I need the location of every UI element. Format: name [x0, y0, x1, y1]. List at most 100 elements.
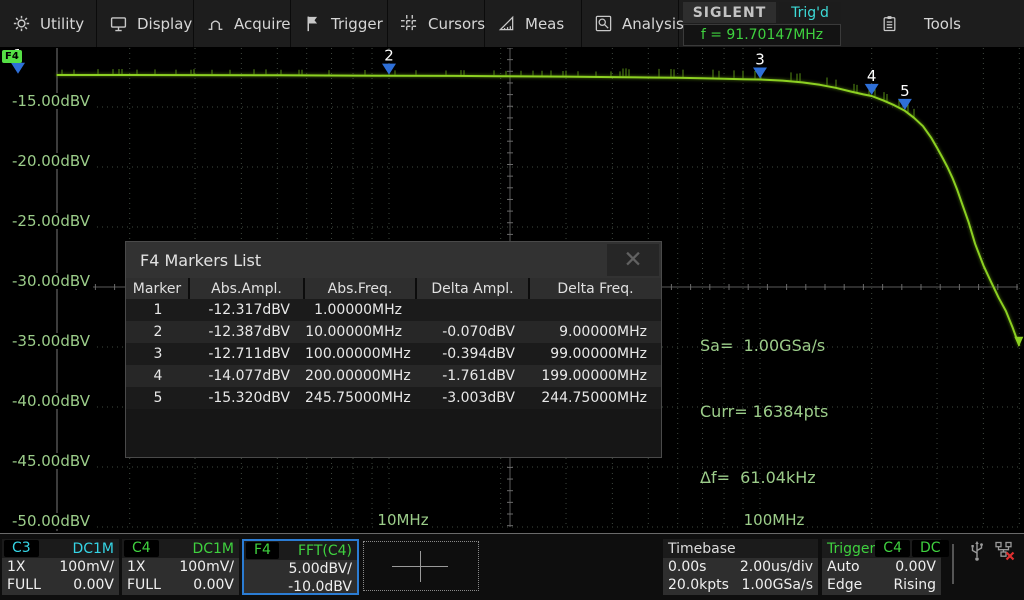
bandwidth: FULL [7, 577, 41, 593]
channel-id: C3 [4, 540, 39, 557]
menubar: Utility Display Acquire Trigger Cursors … [0, 0, 1024, 48]
coupling: DC1M [192, 540, 234, 557]
y-tick-label: -50.00dBV [12, 513, 93, 529]
y-tick-label: -45.00dBV [12, 453, 93, 469]
y-tick-label: -40.00dBV [12, 393, 93, 409]
sample-rate-readout: Sa= 1.00GSa/s [700, 336, 826, 355]
column-header: Marker [126, 278, 189, 299]
channel-c4-box[interactable]: C4 DC1M 1X 100mV/ FULL 0.00V [122, 539, 239, 595]
math-scale: 5.00dBV/ [288, 561, 352, 577]
math-f4-box[interactable]: F4 FFT(C4) 5.00dBV/ -10.0dBV [242, 539, 359, 595]
table-cell: -12.387dBV [208, 324, 290, 340]
menu-label: Trigger [331, 14, 383, 33]
dialog-title: F4 Markers List [140, 250, 262, 270]
magnifier-icon [595, 15, 612, 32]
timebase-title: Timebase [668, 540, 736, 557]
menu-tools[interactable]: Tools [841, 0, 1024, 47]
marker-flag [11, 62, 25, 74]
marker-number: 5 [900, 82, 910, 100]
trigger-type: Edge [827, 577, 863, 593]
statusbar-divider [952, 544, 954, 584]
column-header: Delta Ampl. [415, 278, 529, 299]
acquired-points: 20.0kpts [668, 577, 729, 593]
menu-acquire[interactable]: Acquire [194, 0, 291, 47]
menu-meas[interactable]: Meas [485, 0, 582, 47]
close-button[interactable]: ✕ [607, 244, 659, 276]
marker-table-row[interactable]: 4 -14.077dBV 200.00000MHz -1.761dBV 199.0000… [126, 365, 661, 387]
marker-table-row[interactable]: 1 -12.317dBV 1.00000MHz [126, 299, 661, 321]
gear-icon [13, 15, 30, 32]
channel-c3-box[interactable]: C3 DC1M 1X 100mV/ FULL 0.00V [2, 539, 119, 595]
table-cell: -14.077dBV [208, 368, 290, 384]
menu-analysis[interactable]: Analysis [582, 0, 684, 47]
column-header: Abs.Ampl. [188, 278, 304, 299]
table-cell: 1.00000MHz [314, 302, 402, 318]
offset: 0.00V [193, 577, 234, 593]
cursors-icon [401, 15, 418, 32]
trigger-coupling: DC [911, 540, 949, 557]
menu-utility[interactable]: Utility [0, 0, 97, 47]
menu-cursors[interactable]: Cursors [388, 0, 485, 47]
table-header-row: Marker Abs.Ampl. Abs.Freq. Delta Ampl. Delta… [126, 278, 661, 299]
menu-label: Meas [525, 14, 565, 33]
table-cell [529, 299, 661, 321]
y-tick-label: -25.00dBV [12, 213, 93, 229]
math-id: F4 [246, 542, 279, 559]
trigger-title: Trigger [827, 540, 876, 557]
math-function: FFT(C4) [297, 542, 352, 559]
table-cell: 10.00000MHz [305, 324, 402, 340]
table-cell: 5 [153, 390, 163, 406]
y-tick-label: -35.00dBV [12, 333, 93, 349]
table-cell: -0.070dBV [442, 324, 515, 340]
trigger-box[interactable]: Trigger C4 DC Auto 0.00V Edge Rising [822, 539, 949, 595]
siglent-logo: SIGLENT [683, 2, 776, 23]
markers-table: Marker Abs.Ampl. Abs.Freq. Delta Ampl. Delta… [126, 278, 661, 409]
clipboard-icon [883, 16, 896, 32]
attenuation: 1X [127, 559, 146, 575]
menu-display[interactable]: Display [97, 0, 194, 47]
table-cell: -3.003dBV [442, 390, 515, 406]
marker-table-row[interactable]: 5 -15.320dBV 245.75000MHz -3.003dBV 244.7500… [126, 387, 661, 409]
add-trace-button[interactable] [363, 541, 479, 591]
plus-icon [420, 551, 421, 582]
display-icon [110, 17, 127, 32]
points-readout: Curr= 16384pts [700, 402, 829, 421]
marker-flag [864, 83, 879, 95]
delta-f-readout: Δf= 61.04kHz [700, 468, 816, 487]
trigger-mode: Auto [827, 559, 860, 575]
table-cell: 245.75000MHz [305, 390, 411, 406]
marker-table-row[interactable]: 2 -12.387dBV 10.00000MHz -0.070dBV 9.00000MH… [126, 321, 661, 343]
usb-icon [971, 541, 983, 561]
table-cell: -1.761dBV [442, 368, 515, 384]
table-cell: -12.711dBV [208, 346, 290, 362]
sample-rate: 1.00GSa/s [741, 577, 814, 593]
table-cell: 9.00000MHz [559, 324, 647, 340]
trigger-slope: Rising [893, 577, 936, 593]
volts-per-div: 100mV/ [179, 559, 234, 575]
table-cell: 2 [153, 324, 163, 340]
table-cell: 99.00000MHz [550, 346, 647, 362]
y-tick-label: -30.00dBV [12, 273, 93, 289]
table-cell: -15.320dBV [208, 390, 290, 406]
menu-label: Acquire [234, 14, 291, 33]
markers-list-dialog: F4 Markers List ✕ Marker Abs.Ampl. Abs.Fre… [125, 241, 662, 458]
trigger-level: 0.00V [895, 559, 936, 575]
dialog-titlebar[interactable]: F4 Markers List ✕ [126, 242, 661, 278]
flag-icon [307, 16, 318, 32]
bandwidth: FULL [127, 577, 161, 593]
coupling: DC1M [72, 540, 114, 557]
menu-label: Analysis [622, 14, 684, 33]
menu-label: Display [137, 14, 193, 33]
table-cell [416, 299, 529, 321]
lan-disconnected-icon [995, 541, 1015, 561]
marker-number: 2 [384, 47, 394, 65]
ruler-icon [498, 15, 514, 31]
timebase-box[interactable]: Timebase 0.00s 2.00us/div 20.0kpts 1.00GSa… [663, 539, 818, 595]
marker-table-row[interactable]: 3 -12.711dBV 100.00000MHz -0.394dBV 99.00000… [126, 343, 661, 365]
f4-trace-badge: F4 [2, 50, 22, 63]
menu-trigger[interactable]: Trigger [291, 0, 388, 47]
y-tick-label: -15.00dBV [12, 93, 93, 109]
table-cell: 100.00000MHz [305, 346, 411, 362]
table-cell: 199.00000MHz [541, 368, 647, 384]
close-icon: ✕ [623, 247, 643, 273]
